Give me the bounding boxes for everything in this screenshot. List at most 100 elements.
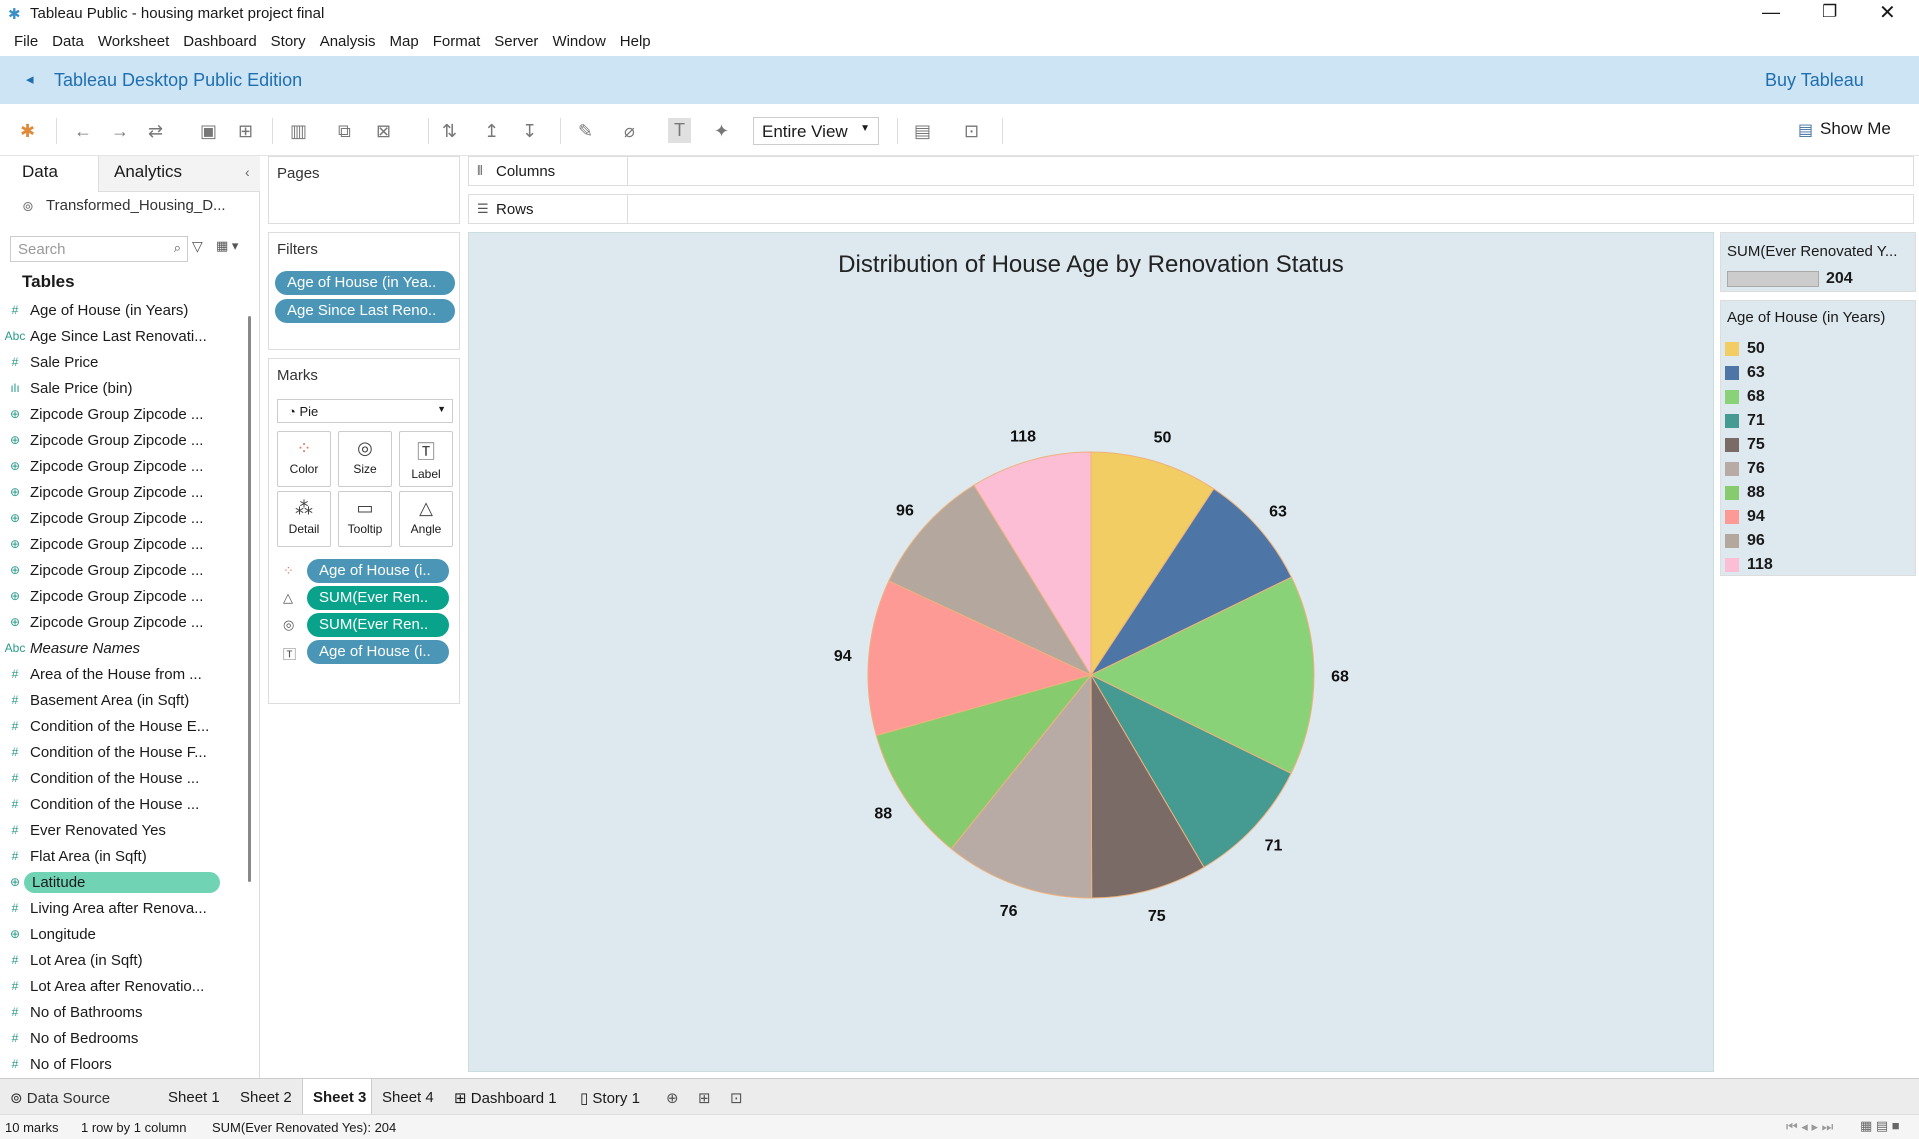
field-item[interactable]: # Flat Area (in Sqft) <box>0 843 240 869</box>
tab-data[interactable]: Data <box>0 156 98 192</box>
show-labels-icon[interactable]: T <box>668 118 691 143</box>
filter-icon[interactable]: ▽ <box>192 238 203 255</box>
field-item[interactable]: # Ever Renovated Yes <box>0 817 240 843</box>
new-worksheet-icon[interactable]: ▥ <box>290 121 307 142</box>
present-mode-icon[interactable]: ⊡ <box>964 121 979 142</box>
duplicate-icon[interactable]: ⧉ <box>338 121 351 142</box>
menu-story[interactable]: Story <box>264 28 313 56</box>
tab-sheet-2[interactable]: Sheet 2 <box>240 1089 292 1106</box>
field-item[interactable]: ılı Sale Price (bin) <box>0 375 240 401</box>
legend-item[interactable]: 63 <box>1725 361 1765 385</box>
menu-file[interactable]: File <box>7 28 45 56</box>
field-item[interactable]: ⊕ Zipcode Group Zipcode ... <box>0 453 240 479</box>
redo-icon[interactable]: → <box>111 121 129 142</box>
menu-data[interactable]: Data <box>45 28 91 56</box>
close-icon[interactable]: ✕ <box>1879 0 1896 25</box>
fit-dropdown[interactable]: Entire View ▼ <box>753 117 879 145</box>
clear-sheet-icon[interactable]: ⊠ <box>376 121 391 142</box>
worksheet-view[interactable]: Distribution of House Age by Renovation … <box>468 232 1714 1072</box>
menu-help[interactable]: Help <box>613 28 658 56</box>
new-dashboard-icon[interactable]: ⊞ <box>698 1089 711 1107</box>
mark-type-dropdown[interactable]: ◔ Pie ▼ <box>277 399 453 423</box>
rows-shelf[interactable]: ☰ Rows <box>468 194 1914 224</box>
menu-window[interactable]: Window <box>545 28 612 56</box>
field-item[interactable]: ⊕ Latitude <box>0 869 240 895</box>
save-icon[interactable]: ▣ <box>200 121 217 142</box>
columns-shelf[interactable]: ⦀ Columns <box>468 156 1914 186</box>
search-input[interactable]: Search ⌕ <box>10 236 188 262</box>
view-options-icon[interactable]: ▦ ▾ <box>216 238 238 254</box>
legend-item[interactable]: 94 <box>1725 505 1765 529</box>
field-item[interactable]: # Basement Area (in Sqft) <box>0 687 240 713</box>
tab-sheet-4[interactable]: Sheet 4 <box>382 1089 434 1106</box>
field-item[interactable]: ⊕ Zipcode Group Zipcode ... <box>0 531 240 557</box>
color-legend[interactable]: Age of House (in Years) 50 63 68 71 75 76 88 94… <box>1720 300 1916 576</box>
page-nav-icon[interactable]: ⏮ ◂ ▸ ⏭ <box>1786 1119 1833 1135</box>
new-story-icon[interactable]: ⊡ <box>730 1089 743 1107</box>
tab-sheet-3[interactable]: Sheet 3 <box>302 1079 372 1115</box>
tab-story-1[interactable]: ▯ Story 1 <box>580 1089 640 1107</box>
field-item[interactable]: # Living Area after Renova... <box>0 895 240 921</box>
menu-server[interactable]: Server <box>487 28 545 56</box>
buy-tableau-link[interactable]: Buy Tableau <box>1765 70 1864 91</box>
show-me-icon[interactable]: ▤ <box>1798 120 1813 140</box>
replay-icon[interactable]: ⇄ <box>148 121 163 142</box>
mark-pill-angle[interactable]: SUM(Ever Ren.. <box>307 586 449 610</box>
field-item[interactable]: Abc Measure Names <box>0 635 240 661</box>
restore-icon[interactable]: ❐ <box>1822 2 1837 22</box>
mark-pill-color[interactable]: Age of House (i.. <box>307 559 449 583</box>
sort-desc-icon[interactable]: ↧ <box>522 121 537 142</box>
tooltip-button[interactable]: ▭ Tooltip <box>338 491 392 547</box>
size-button[interactable]: ◎ Size <box>338 431 392 487</box>
mark-pill-size[interactable]: SUM(Ever Ren.. <box>307 613 449 637</box>
field-item[interactable]: # Lot Area after Renovatio... <box>0 973 240 999</box>
size-legend[interactable]: SUM(Ever Renovated Y... 204 <box>1720 232 1916 292</box>
sort-asc-icon[interactable]: ↥ <box>484 121 499 142</box>
menu-dashboard[interactable]: Dashboard <box>176 28 263 56</box>
field-item[interactable]: ⊕ Zipcode Group Zipcode ... <box>0 479 240 505</box>
menu-map[interactable]: Map <box>383 28 426 56</box>
legend-item[interactable]: 71 <box>1725 409 1765 433</box>
field-item[interactable]: ⊕ Zipcode Group Zipcode ... <box>0 505 240 531</box>
field-item[interactable]: # Sale Price <box>0 349 240 375</box>
scrollbar[interactable] <box>248 316 251 882</box>
field-item[interactable]: # No of Bathrooms <box>0 999 240 1025</box>
pages-card[interactable]: Pages <box>268 156 460 224</box>
field-item[interactable]: Abc Age Since Last Renovati... <box>0 323 240 349</box>
field-item[interactable]: ⊕ Longitude <box>0 921 240 947</box>
group-icon[interactable]: ⌀ <box>624 121 635 142</box>
minimize-icon[interactable]: — <box>1762 2 1780 23</box>
menu-format[interactable]: Format <box>426 28 488 56</box>
tab-dashboard-1[interactable]: ⊞ Dashboard 1 <box>454 1089 557 1107</box>
pin-icon[interactable]: ✦ <box>714 121 729 142</box>
field-item[interactable]: # Condition of the House E... <box>0 713 240 739</box>
show-me-button[interactable]: Show Me <box>1820 119 1891 139</box>
legend-item[interactable]: 68 <box>1725 385 1765 409</box>
legend-item[interactable]: 88 <box>1725 481 1765 505</box>
tableau-home-icon[interactable]: ✱ <box>20 121 35 142</box>
legend-item[interactable]: 96 <box>1725 529 1765 553</box>
mark-pill-label[interactable]: Age of House (i.. <box>307 640 449 664</box>
new-datasource-icon[interactable]: ⊞ <box>238 121 253 142</box>
field-item[interactable]: # Condition of the House ... <box>0 765 240 791</box>
menu-analysis[interactable]: Analysis <box>313 28 383 56</box>
undo-icon[interactable]: ← <box>74 121 92 142</box>
color-button[interactable]: ⁘ Color <box>277 431 331 487</box>
filter-pill-renovation[interactable]: Age Since Last Reno.. <box>275 299 455 323</box>
field-item[interactable]: # No of Floors <box>0 1051 240 1077</box>
angle-button[interactable]: △ Angle <box>399 491 453 547</box>
pie-chart[interactable]: 50 63 68 71 75 76 88 94 96 118 <box>469 233 1713 1071</box>
presentation-icon[interactable]: ▤ <box>914 121 931 142</box>
legend-item[interactable]: 75 <box>1725 433 1765 457</box>
new-sheet-icon[interactable]: ⊕ <box>666 1089 679 1107</box>
legend-item[interactable]: 50 <box>1725 337 1765 361</box>
tab-analytics[interactable]: Analytics ‹ <box>98 156 260 192</box>
label-button[interactable]: 🅃 Label <box>399 431 453 487</box>
field-item[interactable]: # Area of the House from ... <box>0 661 240 687</box>
highlight-icon[interactable]: ✎ <box>578 121 593 142</box>
legend-item[interactable]: 76 <box>1725 457 1765 481</box>
tab-data-source[interactable]: ⊚ Data Source <box>10 1089 110 1107</box>
swap-icon[interactable]: ⇅ <box>442 121 457 142</box>
field-item[interactable]: # Condition of the House ... <box>0 791 240 817</box>
field-item[interactable]: ⊕ Zipcode Group Zipcode ... <box>0 583 240 609</box>
